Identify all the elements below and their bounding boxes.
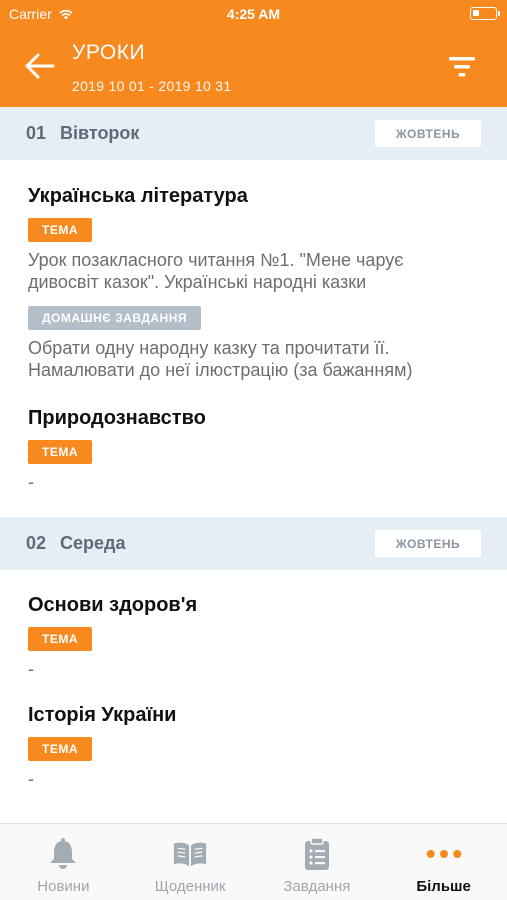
status-bar: Carrier 4:25 AM	[0, 0, 507, 28]
month-badge: ЖОВТЕНЬ	[375, 120, 481, 147]
lesson-item[interactable]: Природознавство ТЕМА -	[0, 381, 507, 493]
date-range: 2019 10 01 - 2019 10 31	[72, 78, 232, 94]
month-badge: ЖОВТЕНЬ	[375, 530, 481, 557]
homework-tag: ДОМАШНЄ ЗАВДАННЯ	[28, 306, 202, 330]
battery-icon	[470, 7, 500, 20]
lesson-topic: -	[28, 769, 34, 789]
lesson-title: Природознавство	[28, 407, 206, 429]
back-button[interactable]	[22, 48, 58, 84]
lesson-title: Основи здоров'я	[28, 594, 198, 616]
day-name: Середа	[60, 533, 126, 553]
lesson-title: Українська література	[28, 185, 248, 207]
nav-news[interactable]: Новини	[0, 824, 127, 900]
status-time: 4:25 AM	[226, 6, 281, 22]
nav-diary[interactable]: Щоденник	[127, 824, 254, 900]
day-number: 01	[26, 123, 47, 143]
filter-icon	[449, 57, 475, 77]
bottom-nav: Новини Щоденник Завдання Більше	[0, 823, 507, 900]
lesson-homework: Обрати одну народну казку та прочитати ї…	[28, 338, 413, 380]
filter-button[interactable]	[447, 52, 477, 82]
nav-label: Завдання	[283, 878, 351, 895]
nav-label: Більше	[416, 878, 471, 895]
clipboard-icon	[299, 837, 335, 871]
nav-label: Щоденник	[154, 878, 226, 895]
topic-tag: ТЕМА	[28, 440, 92, 464]
bell-icon	[45, 837, 81, 871]
lesson-item[interactable]: Історія України ТЕМА -	[0, 680, 507, 790]
topic-tag: ТЕМА	[28, 218, 92, 242]
lesson-item[interactable]: Українська література ТЕМА Урок позаклас…	[0, 160, 507, 381]
topic-tag: ТЕМА	[28, 627, 92, 651]
lessons-list[interactable]: 01 Вівторок ЖОВТЕНЬ Українська літератур…	[0, 107, 507, 823]
topic-tag: ТЕМА	[28, 737, 92, 761]
page-title: УРОКИ	[72, 41, 146, 64]
lesson-topic: -	[28, 472, 34, 492]
app-header: Carrier 4:25 AM УРОКИ 2019 10 01 - 2019 …	[0, 0, 507, 107]
arrow-left-icon	[25, 53, 55, 79]
more-dots-icon	[426, 837, 462, 871]
day-header: 01 Вівторок ЖОВТЕНЬ	[0, 107, 507, 160]
lesson-title: Історія України	[28, 704, 177, 726]
day-header: 02 Середа ЖОВТЕНЬ	[0, 517, 507, 570]
lesson-topic: -	[28, 659, 34, 679]
lesson-topic: Урок позакласного читання №1. "Мене чару…	[28, 250, 404, 292]
book-icon	[172, 837, 208, 871]
day-number: 02	[26, 533, 47, 553]
lesson-item[interactable]: Основи здоров'я ТЕМА -	[0, 570, 507, 680]
day-name: Вівторок	[60, 123, 140, 143]
nav-label: Новини	[37, 878, 90, 895]
nav-tasks[interactable]: Завдання	[254, 824, 381, 900]
nav-more[interactable]: Більше	[380, 824, 507, 900]
